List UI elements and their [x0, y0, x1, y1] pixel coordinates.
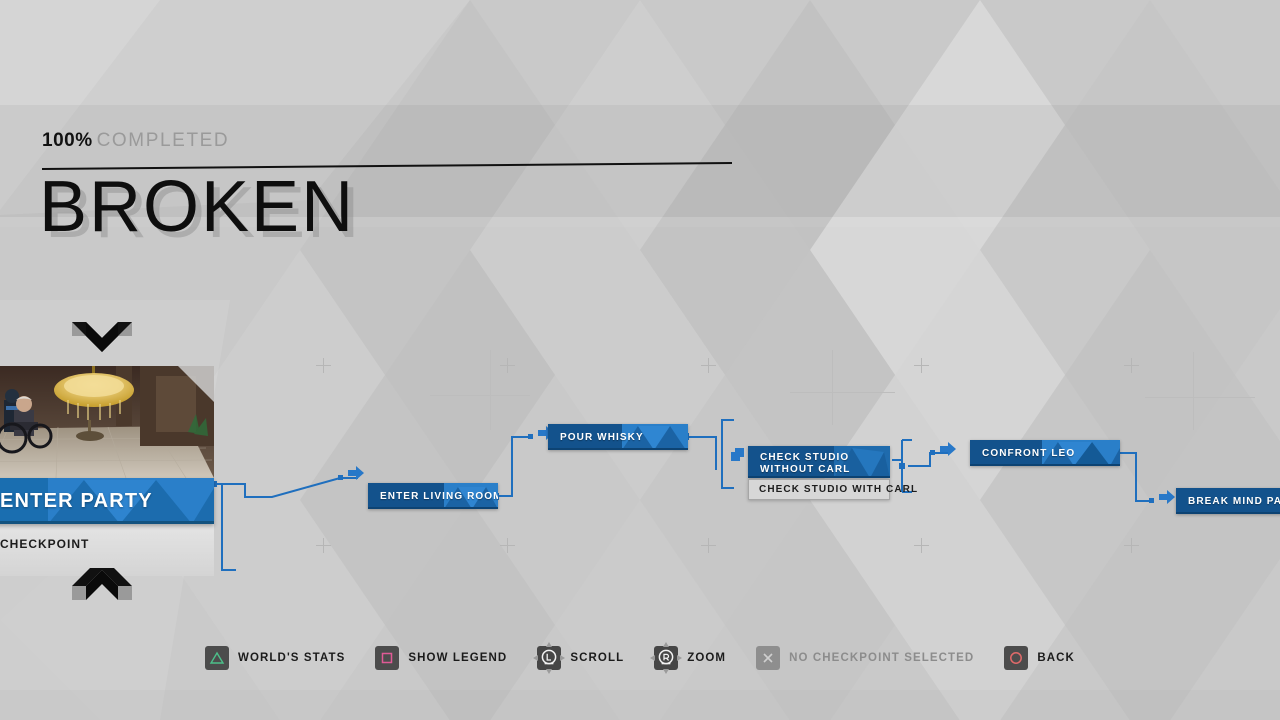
flow-node-check-studio-without-carl[interactable]: CHECK STUDIO WITHOUT CARL [748, 446, 890, 478]
chevron-up-icon[interactable] [72, 556, 132, 600]
page-title-text: BROKEN [39, 167, 356, 247]
hint-label: SCROLL [570, 652, 625, 664]
circle-button-icon [1004, 646, 1029, 670]
checkpoint-title: ENTER PARTY [0, 490, 153, 512]
cross-button-icon [756, 646, 781, 670]
hint-back[interactable]: BACK [1004, 646, 1075, 670]
flow-node-label: ENTER LIVING ROOM [380, 490, 498, 502]
hint-show-legend[interactable]: SHOW LEGEND [375, 646, 507, 670]
checkpoint-thumbnail [0, 366, 214, 478]
flow-node-check-studio-with-carl[interactable]: CHECK STUDIO WITH CARL [748, 479, 917, 500]
header: 100% COMPLETED BROKEN BROKEN [39, 130, 802, 252]
flow-node-label: CHECK STUDIO WITHOUT CARL [760, 452, 851, 475]
right-stick-icon [650, 642, 683, 674]
checkpoint-title-bar: ENTER PARTY [0, 478, 214, 524]
checkpoint-subtitle: CHECKPOINT [0, 537, 90, 551]
chevron-down-icon[interactable] [72, 322, 132, 354]
checkpoint-panel[interactable]: ENTER PARTY CHECKPOINT [0, 366, 214, 576]
hint-label: WORLD'S STATS [238, 652, 346, 664]
flow-node-break-mind-palace[interactable]: BREAK MIND PALACE [1176, 488, 1280, 514]
hint-label: BACK [1037, 652, 1075, 664]
completion-label: COMPLETED [96, 130, 230, 151]
button-hint-bar: WORLD'S STATS SHOW LEGEND SCROLL ZOOM NO… [0, 642, 1280, 674]
flow-node-label: CHECK STUDIO WITH CARL [759, 484, 919, 495]
triangle-button-icon [205, 646, 230, 670]
background-facets [0, 0, 1280, 720]
hint-scroll[interactable]: SCROLL [533, 642, 625, 674]
flow-node-confront-leo[interactable]: CONFRONT LEO [970, 440, 1120, 466]
flow-node-enter-living-room[interactable]: ENTER LIVING ROOM [368, 483, 498, 509]
hint-label: SHOW LEGEND [408, 652, 508, 664]
page-title: BROKEN BROKEN [39, 167, 359, 252]
hint-label: ZOOM [687, 652, 727, 664]
completion-percent: 100% [42, 130, 93, 151]
hint-zoom[interactable]: ZOOM [650, 642, 727, 674]
flow-node-label: POUR WHISKY [560, 431, 644, 443]
hint-no-checkpoint-selected: NO CHECKPOINT SELECTED [756, 646, 974, 670]
flow-node-label: CONFRONT LEO [982, 447, 1076, 459]
hint-label: NO CHECKPOINT SELECTED [789, 652, 975, 664]
left-stick-icon [533, 642, 566, 674]
scene-map-screen: 100% COMPLETED BROKEN BROKEN ENTER LIVIN… [0, 0, 1280, 720]
hint-worlds-stats[interactable]: WORLD'S STATS [205, 646, 345, 670]
flow-node-pour-whisky[interactable]: POUR WHISKY [548, 424, 688, 450]
completion-row: 100% COMPLETED [42, 130, 802, 152]
flow-node-label: BREAK MIND PALACE [1188, 495, 1280, 507]
square-button-icon [375, 646, 400, 670]
